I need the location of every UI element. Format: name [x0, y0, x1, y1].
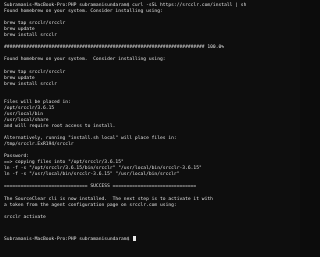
terminal-window[interactable]: Subramanis-MacBook-Pro:PHP subramanisund… [0, 0, 300, 257]
prompt-line: Subramanis-MacBook-Pro:PHP subramanisund… [4, 236, 133, 242]
text-cursor [133, 235, 137, 241]
terminal-output: Subramanis-MacBook-Pro:PHP subramanisund… [4, 3, 296, 245]
